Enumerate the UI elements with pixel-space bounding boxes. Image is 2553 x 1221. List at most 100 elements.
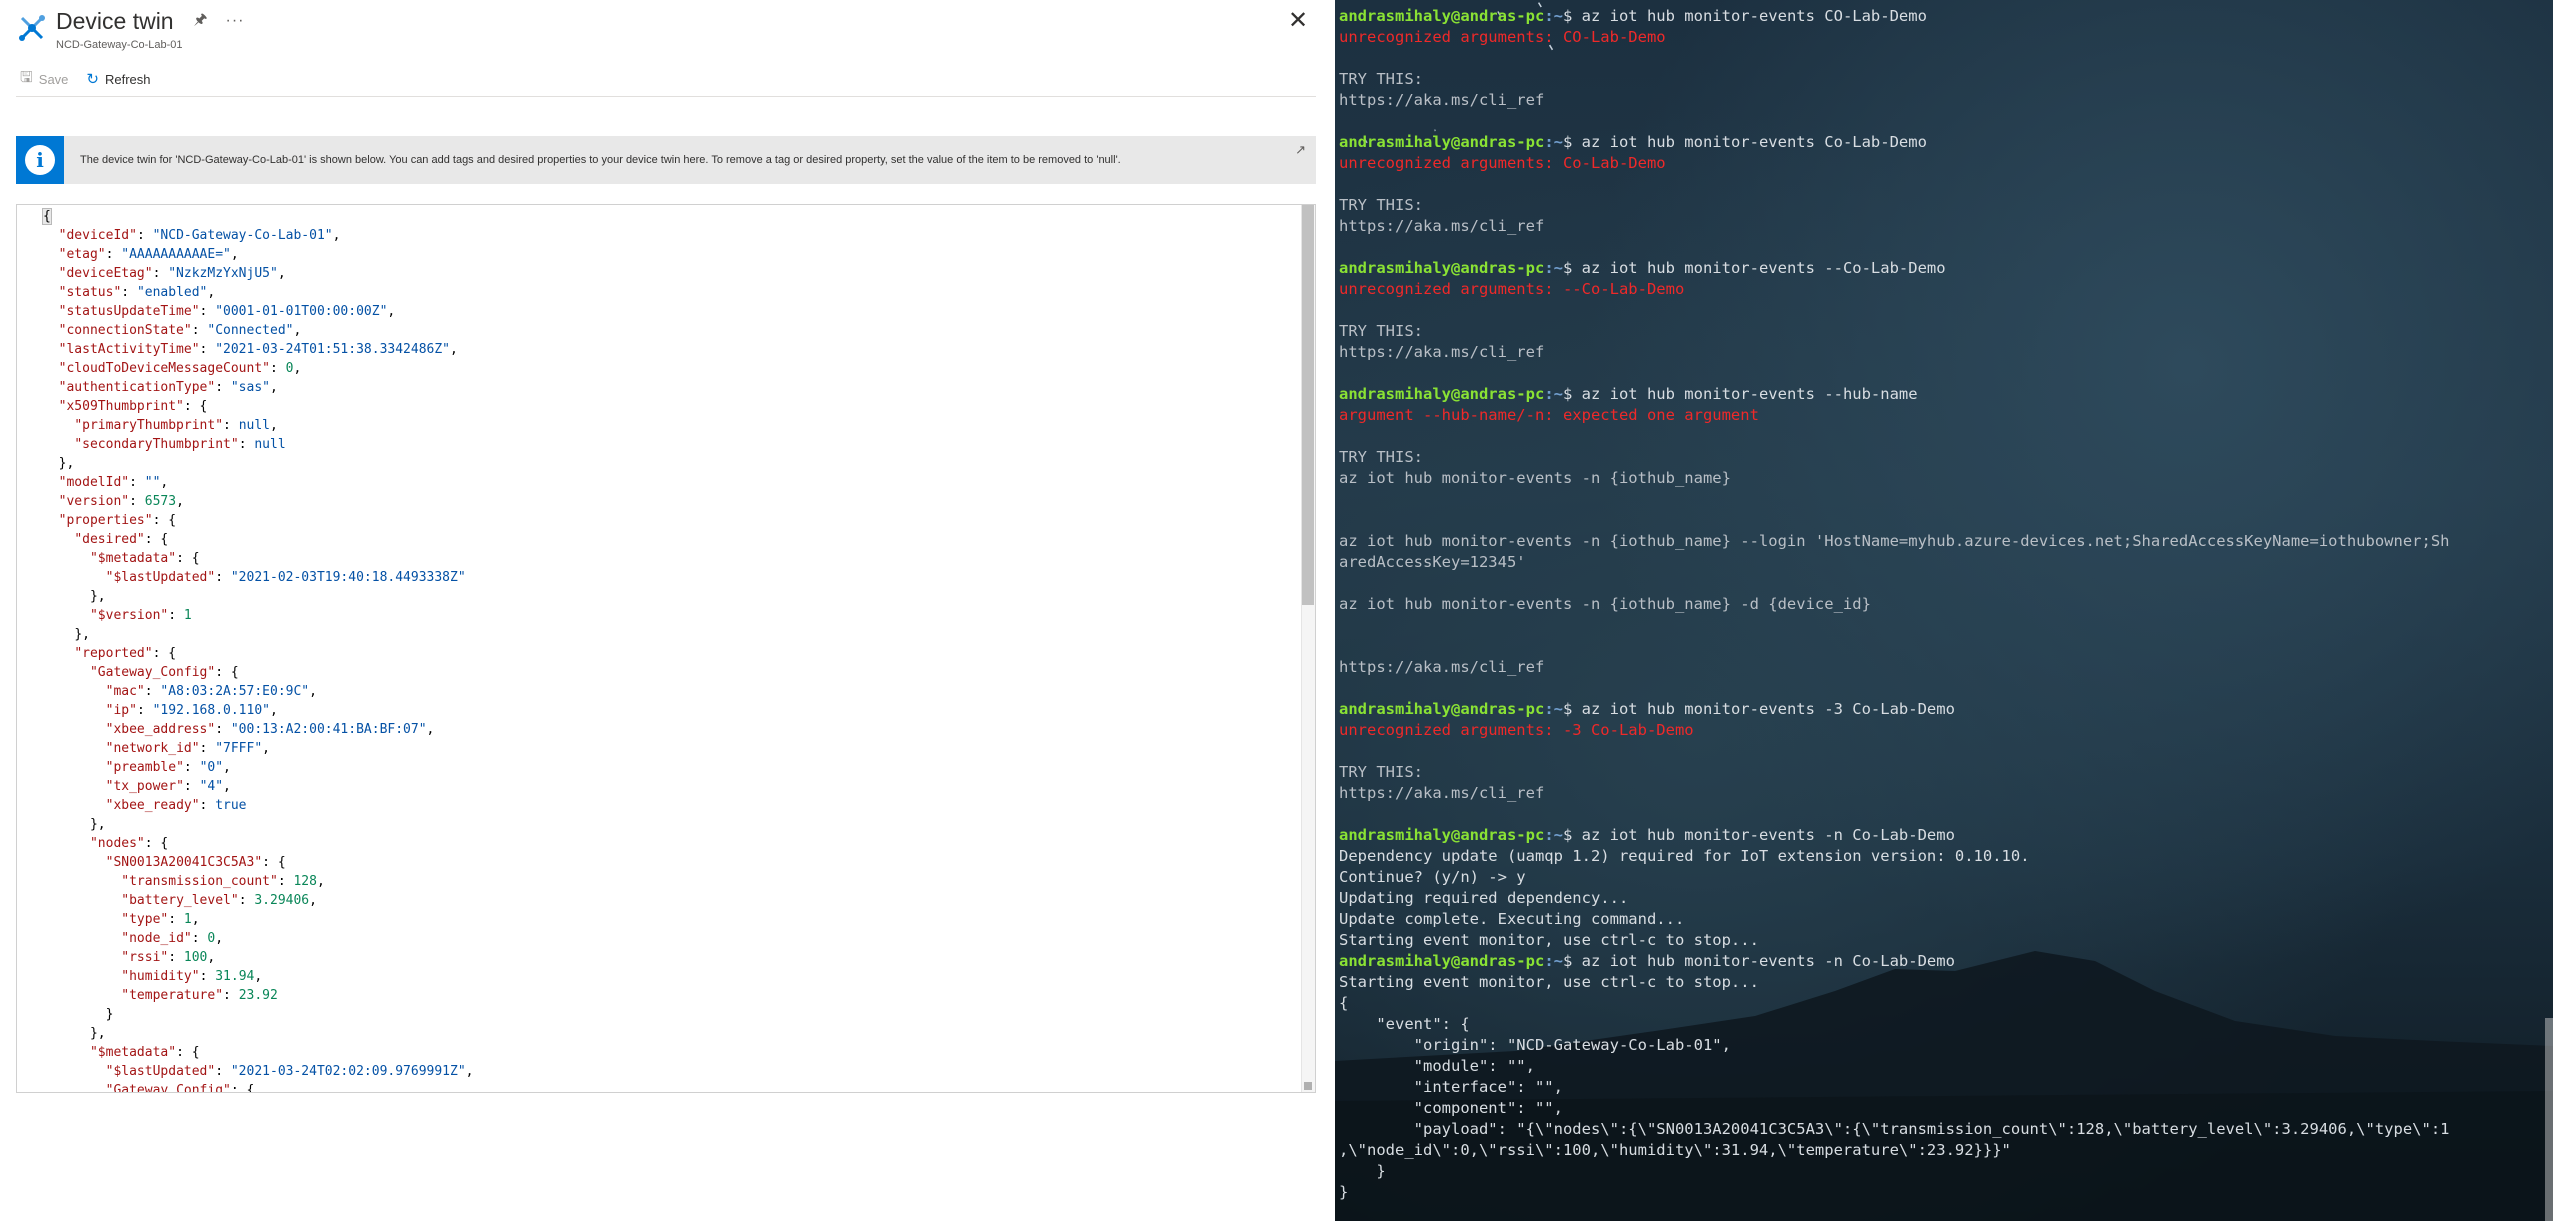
json-punct: }, — [58, 456, 75, 471]
open-external-icon[interactable]: ↗ — [1295, 142, 1306, 158]
prompt-path: :~ — [1544, 952, 1563, 970]
json-punct: }, — [74, 627, 90, 642]
json-value: "4" — [199, 779, 224, 794]
json-value: { — [160, 532, 169, 547]
terminal-line: Updating required dependency... — [1339, 889, 1629, 907]
json-value: "Connected" — [207, 323, 294, 338]
json-line: "cloudToDeviceMessageCount": 0, — [58, 361, 302, 376]
terminal-line: unrecognized arguments: --Co-Lab-Demo — [1339, 280, 1685, 298]
json-key: "reported" — [74, 646, 153, 661]
json-line: "version": 6573, — [58, 494, 184, 509]
json-line: "network_id": "7FFF", — [105, 741, 270, 756]
json-value: null — [254, 437, 286, 452]
json-line: "x509Thumbprint": { — [58, 399, 208, 414]
json-line: "reported": { — [74, 646, 177, 661]
json-key: "connectionState" — [58, 323, 192, 338]
terminal-line: unrecognized arguments: -3 Co-Lab-Demo — [1339, 721, 1694, 739]
json-key: "mac" — [105, 684, 145, 699]
json-value: { — [168, 513, 177, 528]
json-value: "sas" — [230, 380, 270, 395]
json-line: "humidity": 31.94, — [121, 969, 263, 984]
terminal-line: "interface": "", — [1339, 1078, 1563, 1096]
terminal-window[interactable]: andrasmihaly@andras-pc:~$ az iot hub mon… — [1335, 0, 2553, 1221]
json-punct: }, — [89, 1026, 106, 1041]
terminal-output[interactable]: andrasmihaly@andras-pc:~$ az iot hub mon… — [1339, 6, 2449, 1203]
terminal-line: andrasmihaly@andras-pc:~$ az iot hub mon… — [1339, 825, 2449, 846]
json-line: "xbee_ready": true — [105, 798, 247, 813]
terminal-line: unrecognized arguments: Co-Lab-Demo — [1339, 154, 1666, 172]
close-button[interactable]: ✕ — [1284, 8, 1312, 36]
json-line: "etag": "AAAAAAAAAAE=", — [58, 247, 239, 262]
pin-icon[interactable]: 🖈 — [194, 9, 208, 34]
ellipsis-icon[interactable]: ··· — [226, 12, 245, 30]
refresh-button[interactable]: ↻ Refresh — [86, 70, 150, 88]
blade-header: Device twin 🖈 ··· NCD-Gateway-Co-Lab-01 — [16, 6, 244, 56]
json-line: "lastActivityTime": "2021-03-24T01:51:38… — [58, 342, 458, 357]
terminal-line: TRY THIS: — [1339, 70, 1423, 88]
prompt-path: :~ — [1544, 700, 1563, 718]
terminal-line: Starting event monitor, use ctrl-c to st… — [1339, 973, 1759, 991]
json-line: "nodes": { — [89, 836, 169, 851]
json-value: 3.29406 — [254, 893, 310, 908]
json-value: "" — [144, 475, 161, 490]
json-line: "battery_level": 3.29406, — [121, 893, 317, 908]
terminal-line: https://aka.ms/cli_ref — [1339, 343, 1545, 361]
json-value: 23.92 — [238, 988, 278, 1003]
editor-scrollbar[interactable] — [1301, 205, 1315, 1092]
command-text: $ az iot hub monitor-events CO-Lab-Demo — [1562, 7, 1927, 25]
json-line: "node_id": 0, — [121, 931, 224, 946]
json-line: "secondaryThumbprint": null — [74, 437, 286, 452]
prompt-user: andrasmihaly@andras-pc — [1339, 133, 1545, 151]
json-key: "primaryThumbprint" — [74, 418, 224, 433]
command-text: $ az iot hub monitor-events --hub-name — [1562, 385, 1918, 403]
prompt-path: :~ — [1544, 259, 1563, 277]
terminal-line: "event": { — [1339, 1015, 1470, 1033]
prompt-user: andrasmihaly@andras-pc — [1339, 952, 1545, 970]
json-line: "authenticationType": "sas", — [58, 380, 278, 395]
terminal-line: "origin": "NCD-Gateway-Co-Lab-01", — [1339, 1036, 1731, 1054]
device-twin-json-editor[interactable]: { "deviceId": "NCD-Gateway-Co-Lab-01", "… — [16, 204, 1316, 1093]
json-line: "transmission_count": 128, — [121, 874, 325, 889]
json-value: true — [215, 798, 247, 813]
json-value: { — [246, 1083, 255, 1093]
json-key: "$lastUpdated" — [105, 570, 216, 585]
json-value: { — [160, 836, 169, 851]
save-button[interactable]: 🖫 Save — [20, 67, 68, 92]
json-line: "modelId": "", — [58, 475, 169, 490]
json-line: } — [43, 1005, 474, 1024]
prompt-user: andrasmihaly@andras-pc — [1339, 700, 1545, 718]
json-key: "$lastUpdated" — [105, 1064, 216, 1079]
json-key: "nodes" — [89, 836, 145, 851]
scroll-down-arrow[interactable] — [1304, 1082, 1312, 1090]
info-icon: i — [16, 136, 64, 184]
terminal-line: aredAccessKey=12345' — [1339, 553, 1526, 571]
json-key: "properties" — [58, 513, 153, 528]
editor-scrollbar-thumb[interactable] — [1302, 205, 1314, 605]
terminal-line: unrecognized arguments: CO-Lab-Demo — [1339, 28, 1666, 46]
json-line: "primaryThumbprint": null, — [74, 418, 278, 433]
json-key: "$metadata" — [89, 551, 177, 566]
json-key: "Gateway_Config" — [89, 665, 216, 680]
json-line: }, — [43, 1024, 474, 1043]
terminal-line: TRY THIS: — [1339, 196, 1423, 214]
prompt-path: :~ — [1544, 7, 1563, 25]
json-code[interactable]: { "deviceId": "NCD-Gateway-Co-Lab-01", "… — [42, 207, 474, 1093]
json-line: "properties": { — [58, 513, 177, 528]
json-value: { — [191, 1045, 200, 1060]
terminal-line: az iot hub monitor-events -n {iothub_nam… — [1339, 595, 1871, 613]
terminal-line: "module": "", — [1339, 1057, 1535, 1075]
terminal-line: } — [1339, 1162, 1386, 1180]
json-line: }, — [43, 625, 474, 644]
terminal-scrollbar[interactable] — [2545, 1018, 2553, 1221]
json-line: "$lastUpdated": "2021-02-03T19:40:18.449… — [105, 570, 466, 585]
json-key: "SN0013A20041C3C5A3" — [105, 855, 263, 870]
prompt-user: andrasmihaly@andras-pc — [1339, 7, 1545, 25]
prompt-user: andrasmihaly@andras-pc — [1339, 385, 1545, 403]
terminal-line: argument --hub-name/-n: expected one arg… — [1339, 406, 1759, 424]
json-line: "connectionState": "Connected", — [58, 323, 302, 338]
json-line: }, — [43, 587, 474, 606]
prompt-path: :~ — [1544, 826, 1563, 844]
json-line: "$version": 1 — [89, 608, 192, 623]
